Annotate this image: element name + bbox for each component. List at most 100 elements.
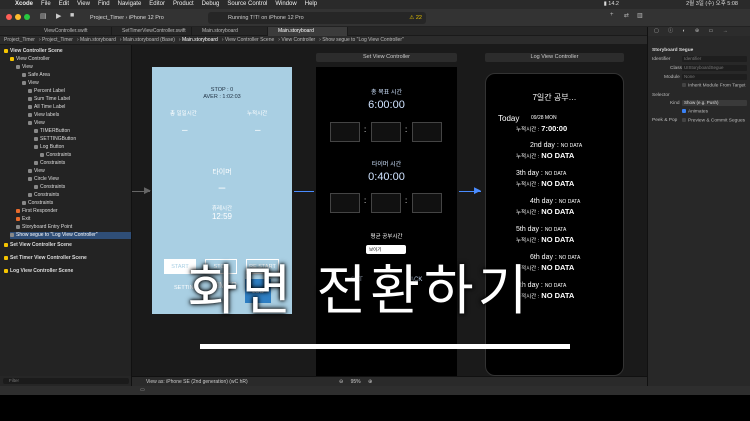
menu-window[interactable]: Window bbox=[275, 0, 296, 9]
outline-item[interactable]: Constraints bbox=[28, 192, 59, 199]
sidebar-toggle-icon[interactable]: ▤ bbox=[40, 12, 47, 20]
minute-field[interactable] bbox=[371, 193, 401, 213]
menu-source-control[interactable]: Source Control bbox=[227, 0, 267, 9]
kind-select[interactable]: Show (e.g. Push) bbox=[682, 100, 747, 106]
inspector-toggle-icon[interactable]: ▥ bbox=[637, 12, 643, 19]
menu-view[interactable]: View bbox=[77, 0, 90, 9]
outline-item[interactable]: View bbox=[28, 168, 45, 175]
jumpbar-group[interactable]: Project_Timer bbox=[42, 37, 73, 43]
outline-item[interactable]: Storyboard Entry Point bbox=[16, 224, 72, 231]
inherit-module-checkbox[interactable]: Inherit Module From Target bbox=[682, 83, 746, 88]
outline-item[interactable]: View bbox=[28, 120, 45, 127]
tab-settimer-swift[interactable]: SetTimerViewController.swift bbox=[112, 27, 192, 36]
outline-item-selected[interactable]: Show segue to "Log View Controller" bbox=[10, 232, 131, 239]
menu-editor[interactable]: Editor bbox=[149, 0, 165, 9]
class-input[interactable]: UIStoryboardSegue bbox=[682, 65, 747, 71]
storyboard-canvas[interactable]: STOP : 0 AVER : 1:02:03 총 일일시간 누적시간 – – … bbox=[132, 45, 647, 376]
segue-arrow-set[interactable] bbox=[294, 191, 314, 192]
menu-navigate[interactable]: Navigate bbox=[118, 0, 142, 9]
tab-main-storyboard[interactable]: Main.storyboard bbox=[192, 27, 268, 36]
outline-item[interactable]: View labels bbox=[28, 112, 59, 119]
minute-field[interactable] bbox=[371, 122, 401, 142]
close-window-icon[interactable] bbox=[6, 14, 12, 20]
menu-app[interactable]: Xcode bbox=[15, 0, 33, 9]
set-view-controller[interactable]: 총 목표 시간 6:00:00 : : 타이머 시간 0:40:00 : : 평… bbox=[316, 67, 457, 376]
outline-item[interactable]: Constraints bbox=[34, 160, 65, 167]
outline-item[interactable]: Set View Controller Scene bbox=[4, 242, 72, 249]
warning-count[interactable]: ⚠ 22 bbox=[409, 12, 422, 24]
hour-field[interactable] bbox=[330, 193, 360, 213]
preview-commit-checkbox[interactable]: Preview & Commit Segues bbox=[682, 118, 745, 123]
jumpbar-controller[interactable]: View Controller bbox=[281, 37, 315, 43]
zoom-window-icon[interactable] bbox=[24, 14, 30, 20]
jumpbar-project[interactable]: Project_Timer bbox=[4, 37, 35, 43]
menu-product[interactable]: Product bbox=[173, 0, 194, 9]
outline-item[interactable]: Set Timer View Controller Scene bbox=[4, 255, 87, 262]
menu-debug[interactable]: Debug bbox=[202, 0, 220, 9]
day-name: 3th day : bbox=[516, 170, 543, 177]
editor-tab-bar: ViewController.swift SetTimerViewControl… bbox=[0, 27, 750, 36]
constraints-icon bbox=[34, 160, 38, 165]
menu-file[interactable]: File bbox=[41, 0, 51, 9]
jumpbar-storyboard[interactable]: Main.storyboard bbox=[182, 37, 218, 43]
tab-main-storyboard-active[interactable]: Main.storyboard bbox=[268, 27, 348, 36]
outline-item[interactable]: View bbox=[22, 80, 39, 87]
outline-item[interactable]: Percent Label bbox=[28, 88, 65, 95]
menu-find[interactable]: Find bbox=[98, 0, 110, 9]
show-toggle[interactable]: 보이기 bbox=[366, 245, 406, 254]
code-review-icon[interactable]: ⇄ bbox=[624, 12, 629, 19]
identifier-input[interactable]: Identifier bbox=[682, 56, 747, 62]
jumpbar-file[interactable]: Main.storyboard bbox=[80, 37, 116, 43]
outline-item[interactable]: First Responder bbox=[16, 208, 58, 215]
outline-item[interactable]: View Controller bbox=[10, 56, 50, 63]
safe-area-icon bbox=[22, 72, 26, 77]
outline-item[interactable]: Constraints bbox=[34, 184, 65, 191]
outline-item[interactable]: TIMERButton bbox=[34, 128, 70, 135]
stop-icon[interactable]: ■ bbox=[70, 12, 74, 19]
outline-item[interactable]: Exit bbox=[16, 216, 30, 223]
jumpbar-base[interactable]: Main.storyboard (Base) bbox=[123, 37, 175, 43]
outline-item[interactable]: Log View Controller Scene bbox=[4, 268, 73, 275]
run-icon[interactable]: ▶ bbox=[56, 12, 61, 20]
hour-field[interactable] bbox=[330, 122, 360, 142]
inspector-tabs[interactable]: ▢ ⓘ ◐ ⊕ ▭ → bbox=[648, 27, 750, 36]
jumpbar-segue[interactable]: Show segue to "Log View Controller" bbox=[322, 37, 404, 43]
debug-toggle-icon[interactable]: ▭ bbox=[140, 387, 145, 393]
run-destination: iPhone 12 Pro bbox=[128, 15, 164, 21]
outline-item[interactable]: All Time Label bbox=[28, 104, 65, 111]
navigator-filter-input[interactable]: Filter bbox=[3, 378, 129, 384]
outline-item[interactable]: Constraints bbox=[40, 152, 71, 159]
outline-item[interactable]: Safe Area bbox=[22, 72, 50, 79]
outline-item[interactable]: SETTINGButton bbox=[34, 136, 76, 143]
second-field[interactable] bbox=[412, 193, 442, 213]
minimize-window-icon[interactable] bbox=[15, 14, 21, 20]
menu-edit[interactable]: Edit bbox=[59, 0, 69, 9]
outline-item[interactable]: Log Button bbox=[34, 144, 64, 151]
set-scene-title[interactable]: Set View Controller bbox=[316, 53, 457, 62]
module-input[interactable]: None bbox=[682, 74, 747, 80]
outline-item[interactable]: Sum Time Label bbox=[28, 96, 70, 103]
battery-status[interactable]: ▮ 14.2 bbox=[604, 0, 627, 9]
log-view-controller[interactable]: 7일간 공부… Today 09/28 MON 누적시간 :7:00:00 2n… bbox=[485, 73, 624, 376]
today-accum: 누적시간 :7:00:00 bbox=[516, 124, 567, 133]
add-library-icon[interactable]: + bbox=[610, 12, 614, 18]
outline-item[interactable]: Circle View bbox=[28, 176, 59, 183]
scheme-selector[interactable]: Project_Timer › iPhone 12 Pro bbox=[90, 13, 164, 23]
animates-checkbox[interactable]: Animates bbox=[682, 109, 708, 114]
segue-icon bbox=[10, 232, 14, 237]
outline-item[interactable]: Constraints bbox=[22, 200, 53, 207]
outline-item[interactable]: View Controller Scene bbox=[4, 48, 63, 55]
tab-viewcontroller-swift[interactable]: ViewController.swift bbox=[34, 27, 112, 36]
menu-help[interactable]: Help bbox=[305, 0, 317, 9]
outline-item[interactable]: View bbox=[16, 64, 33, 71]
view-as-device-button[interactable]: View as: iPhone SE (2nd generation) (wC … bbox=[146, 379, 248, 385]
colon-separator: : bbox=[405, 196, 408, 205]
zoom-out-icon[interactable]: ⊖ bbox=[339, 379, 343, 385]
second-field[interactable] bbox=[412, 122, 442, 142]
log-scene-title[interactable]: Log View Controller bbox=[485, 53, 624, 62]
zoom-in-icon[interactable]: ⊕ bbox=[368, 379, 372, 385]
selector-label: Selector bbox=[652, 93, 670, 98]
day-accum-value: NO DATA bbox=[541, 207, 575, 216]
jumpbar-scene[interactable]: View Controller Scene bbox=[225, 37, 274, 43]
menubar-clock[interactable]: 2월 3일 (수) 오후 5:08 bbox=[686, 0, 738, 9]
